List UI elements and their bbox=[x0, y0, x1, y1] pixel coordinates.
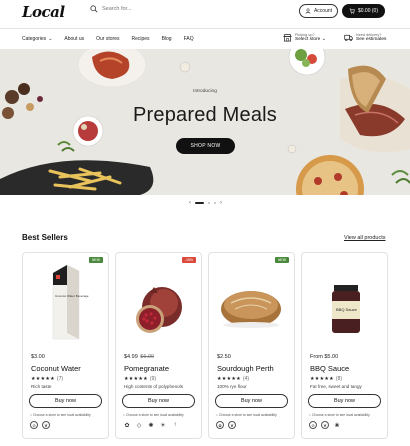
product-price: From $5.00 bbox=[310, 354, 339, 360]
sun-icon: ☀ bbox=[160, 422, 166, 429]
chevron-right-icon[interactable]: › bbox=[220, 200, 222, 206]
svg-text:Coconut Water Beverage: Coconut Water Beverage bbox=[55, 294, 89, 298]
see-estimates-link[interactable]: See estimates bbox=[356, 37, 386, 42]
new-badge: NEW bbox=[88, 257, 103, 263]
search-input[interactable]: Search for... bbox=[102, 6, 132, 12]
product-card[interactable]: Coconut Water Beverage NEW $3.00 Coconut… bbox=[22, 252, 109, 439]
product-card[interactable]: -15% $4.99 $6.99 Pomegranate ★★★★★ (9) Hi… bbox=[115, 252, 202, 439]
rating-stars: ★★★★★ (8) bbox=[310, 376, 343, 382]
product-description: High contents of polyphenols bbox=[124, 384, 183, 389]
product-image-sourdough[interactable] bbox=[213, 257, 290, 349]
hero-intro: Introducing bbox=[193, 89, 217, 94]
chevron-left-icon[interactable]: ‹ bbox=[189, 200, 191, 206]
buy-now-button[interactable]: Buy now bbox=[122, 394, 195, 408]
original-price: $6.99 bbox=[140, 354, 155, 360]
availability-note[interactable]: ○ Choose a store to see local availabili… bbox=[30, 413, 91, 417]
best-sellers-title: Best Sellers bbox=[22, 233, 68, 242]
availability-note[interactable]: ○ Choose a store to see local availabili… bbox=[216, 413, 277, 417]
spice-icon: ❀ bbox=[334, 422, 340, 429]
product-description: Fat free, sweet and tangy bbox=[310, 384, 362, 389]
rating-stars: ★★★★★ (7) bbox=[31, 376, 64, 382]
brand-logo[interactable]: Local bbox=[22, 3, 65, 21]
product-image-bbq-sauce[interactable]: BBQ Sauce bbox=[306, 257, 383, 349]
nav-item-blog[interactable]: Blog bbox=[162, 36, 172, 42]
select-store-link[interactable]: Select store bbox=[295, 37, 320, 42]
nav-item-recipes[interactable]: Recipes bbox=[131, 36, 149, 42]
truck-icon bbox=[344, 34, 353, 42]
account-button[interactable]: Account bbox=[299, 4, 338, 18]
cart-button[interactable]: $0.00 (0) bbox=[342, 4, 385, 18]
gluten-free-icon: ⊘ bbox=[30, 421, 38, 429]
leaf-icon: ❦ bbox=[228, 421, 236, 429]
hero-banner: Introducing Prepared Meals SHOP NOW bbox=[0, 49, 410, 195]
account-label: Account bbox=[313, 8, 333, 14]
product-attributes: ✿ ◇ ✺ ☀ ↑ bbox=[123, 421, 179, 429]
svg-text:BBQ Sauce: BBQ Sauce bbox=[336, 307, 358, 312]
product-description: Rich taste bbox=[31, 384, 52, 389]
search-bar[interactable]: Search for... bbox=[90, 5, 132, 13]
product-name[interactable]: BBQ Sauce bbox=[310, 364, 349, 373]
product-card[interactable]: NEW $2.50 Sourdough Perth ★★★★★ (4) 100% … bbox=[208, 252, 295, 439]
product-attributes: ⊘ ❦ bbox=[30, 421, 50, 429]
availability-note[interactable]: ○ Choose a store to see local availabili… bbox=[309, 413, 370, 417]
buy-now-button[interactable]: Buy now bbox=[215, 394, 288, 408]
hero-title: Prepared Meals bbox=[133, 104, 277, 126]
pickup-selector[interactable]: Picking up? Select store ⌄ bbox=[283, 33, 326, 42]
buy-now-button[interactable]: Buy now bbox=[308, 394, 381, 408]
product-name[interactable]: Pomegranate bbox=[124, 364, 169, 373]
top-header: Local Search for... Account $0.00 (0) bbox=[0, 0, 410, 26]
store-icon bbox=[283, 33, 292, 42]
discount-badge: -15% bbox=[181, 257, 196, 263]
chevron-down-icon: ⌄ bbox=[321, 37, 326, 42]
arrow-up-icon: ↑ bbox=[173, 422, 177, 428]
seal-icon: ✺ bbox=[148, 422, 154, 429]
header-divider bbox=[0, 28, 410, 29]
wheat-icon: ✿ bbox=[216, 421, 224, 429]
leaf-icon: ❦ bbox=[42, 421, 50, 429]
wheat-icon: ✿ bbox=[124, 422, 130, 429]
rating-stars: ★★★★★ (4) bbox=[217, 376, 250, 382]
carousel-pagination: ‹ › bbox=[189, 200, 222, 206]
search-icon bbox=[90, 5, 98, 13]
product-price: $2.50 bbox=[217, 354, 231, 360]
delivery-estimates[interactable]: Need delivery? See estimates bbox=[344, 33, 386, 42]
carousel-dot[interactable] bbox=[214, 202, 216, 204]
user-icon bbox=[305, 8, 311, 14]
product-image-coconut-water[interactable]: Coconut Water Beverage bbox=[27, 257, 104, 349]
product-name[interactable]: Sourdough Perth bbox=[217, 364, 274, 373]
product-description: 100% rye flour bbox=[217, 384, 247, 389]
leaf-icon: ❦ bbox=[321, 421, 329, 429]
gluten-free-icon: ⊘ bbox=[309, 421, 317, 429]
shop-now-button[interactable]: SHOP NOW bbox=[176, 138, 235, 154]
chevron-down-icon: ⌄ bbox=[48, 36, 53, 42]
product-price: $3.00 bbox=[31, 354, 45, 360]
availability-note[interactable]: ○ Choose a store to see local availabili… bbox=[123, 413, 184, 417]
nav-item-our-stores[interactable]: Our stores bbox=[96, 36, 119, 42]
rating-stars: ★★★★★ (9) bbox=[124, 376, 157, 382]
nav-item-about-us[interactable]: About us bbox=[64, 36, 84, 42]
nav-item-faq[interactable]: FAQ bbox=[184, 36, 194, 42]
product-card[interactable]: BBQ Sauce From $5.00 BBQ Sauce ★★★★★ (8) … bbox=[301, 252, 388, 439]
product-image-pomegranate[interactable] bbox=[120, 257, 197, 349]
product-price: $4.99 $6.99 bbox=[124, 354, 155, 360]
product-attributes: ✿ ❦ bbox=[216, 421, 236, 429]
new-badge: NEW bbox=[274, 257, 289, 263]
buy-now-button[interactable]: Buy now bbox=[29, 394, 102, 408]
carousel-dot-active[interactable] bbox=[195, 202, 204, 204]
drop-icon: ◇ bbox=[136, 422, 142, 429]
cart-icon bbox=[349, 8, 355, 14]
main-nav: Categories ⌄ About us Our stores Recipes … bbox=[22, 36, 206, 42]
carousel-dot[interactable] bbox=[208, 202, 210, 204]
product-attributes: ⊘ ❦ ❀ bbox=[309, 421, 341, 429]
view-all-products-link[interactable]: View all products bbox=[344, 235, 385, 241]
product-name[interactable]: Coconut Water bbox=[31, 364, 81, 373]
nav-item-categories[interactable]: Categories ⌄ bbox=[22, 36, 52, 42]
cart-total: $0.00 (0) bbox=[357, 8, 378, 14]
